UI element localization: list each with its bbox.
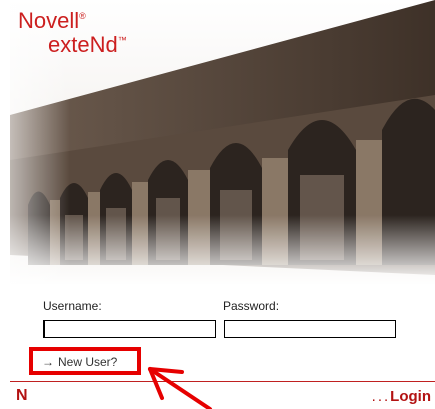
annotation-arrow [148, 367, 212, 409]
login-window: Novell® exteNd™ Username: Password: → New… [10, 0, 435, 409]
